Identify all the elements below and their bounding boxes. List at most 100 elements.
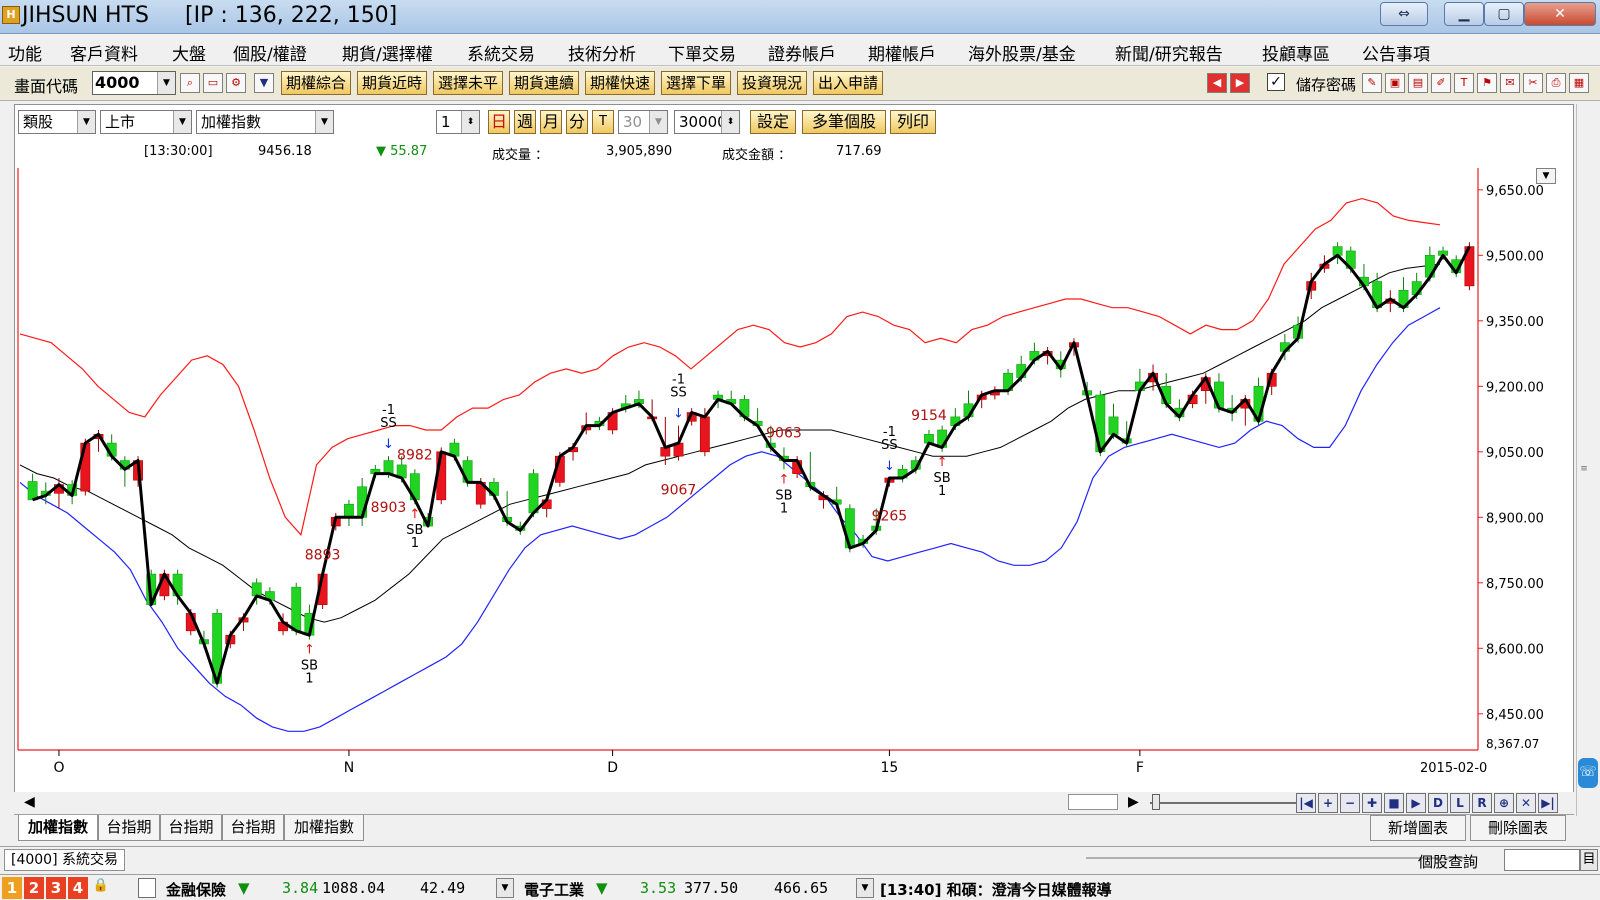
nav-stop-icon[interactable]: ■ (1384, 793, 1404, 813)
ticker-row: 1 2 3 4 🔒 金融保險 ▼ 3.84 1088.04 42.49 ▼ 電子… (0, 874, 1600, 900)
scroll-grip-icon[interactable]: ≡ (1579, 464, 1589, 474)
plot-area (18, 168, 1478, 750)
stock-query-label: 個股查詢 (1418, 853, 1479, 871)
candlestick-chart[interactable]: ↑SB18893-1SS↓8903 ↑SB18982-1SS↓9067↑SB190… (0, 0, 1600, 900)
tab-txf-3[interactable]: 台指期 (222, 815, 284, 841)
nav-line-button[interactable]: L (1450, 793, 1470, 813)
group-3-button[interactable]: 3 (46, 877, 66, 899)
sell-arrow-icon: ↓ (383, 437, 394, 452)
x-tick-label: D (607, 760, 618, 776)
candle-body (27, 481, 38, 501)
ticker-item2-volume: 466.65 (774, 879, 829, 897)
new-chart-button[interactable]: 新增圖表 (1370, 815, 1466, 841)
ticker-item2-change: 3.53 (640, 879, 677, 897)
ticker-item1-change: 3.84 (282, 879, 319, 897)
nav-reset-button[interactable]: R (1472, 793, 1492, 813)
nav-crosshair-icon[interactable]: ✚ (1362, 793, 1382, 813)
chevron-down-icon[interactable]: ▼ (496, 878, 514, 898)
chart-menu-dropdown-icon[interactable]: ▼ (1536, 168, 1556, 184)
status-row: [4000] 系統交易 個股查詢 目 (0, 846, 1600, 874)
candle-body (383, 460, 394, 474)
signal-price-label: 9063 (766, 425, 802, 441)
nav-close-icon[interactable]: ✕ (1516, 793, 1536, 813)
chat-icon[interactable]: ☏ (1578, 758, 1598, 788)
zoom-slider-handle[interactable] (1152, 794, 1160, 810)
y-tick-label: 9,200.00 (1486, 380, 1544, 395)
group-4-button[interactable]: 4 (68, 877, 88, 899)
x-tick-label: F (1136, 760, 1144, 776)
signal-price-label: 9154 (911, 408, 947, 424)
signal-label: 1 (938, 484, 946, 499)
nav-play-icon[interactable]: ▶ (1406, 793, 1426, 813)
chart-nav-buttons: |◀ + − ✚ ■ ▶ D L R ⊕ ✕ ▶| (1296, 792, 1566, 814)
ticker-item2-value: 377.50 (684, 879, 739, 897)
signal-label: 1 (305, 672, 313, 687)
scroll-right-icon[interactable]: ▶ (1128, 794, 1139, 810)
zoom-slider-track[interactable] (1150, 802, 1300, 804)
candle-body (291, 586, 302, 632)
ticker-item2-name: 電子工業 (524, 881, 585, 899)
ticker-item1-value: 1088.04 (322, 879, 386, 897)
signal-price-label: 8982 (397, 447, 433, 463)
x-date-label: 2015-02-0 (1420, 761, 1487, 776)
signal-price-label: 8903 (371, 500, 407, 516)
signal-price-label: 9265 (872, 509, 908, 525)
x-tick-label: 15 (880, 760, 898, 776)
stock-query-input[interactable] (1504, 849, 1580, 871)
stock-query-button[interactable]: 目 (1580, 849, 1598, 871)
sell-arrow-icon: ↓ (884, 459, 895, 474)
tab-txf-2[interactable]: 台指期 (160, 815, 222, 841)
y-tick-label: 9,050.00 (1486, 446, 1544, 461)
ticker-item1-arrow: ▼ (238, 879, 250, 897)
signal-price-label: 9067 (661, 483, 697, 499)
signal-label: 1 (780, 501, 788, 516)
tab-taiex-2[interactable]: 加權指數 (284, 815, 364, 841)
chart-tabs-row: 加權指數 台指期 台指期 台指期 加權指數 新增圖表 刪除圖表 (14, 814, 1574, 842)
tab-taiex-1[interactable]: 加權指數 (18, 815, 98, 841)
window-path-tab[interactable]: [4000] 系統交易 (4, 849, 126, 871)
nav-magnify-icon[interactable]: ⊕ (1494, 793, 1514, 813)
candle-body (251, 582, 262, 597)
candle-body (528, 473, 539, 514)
news-headline[interactable]: [13:40] 和碩：澄清今日媒體報導 (880, 879, 1112, 900)
x-tick-label: N (344, 760, 354, 776)
signal-label: SS (670, 386, 687, 401)
ticker-item1-volume: 42.49 (420, 879, 466, 897)
chevron-down-icon[interactable]: ▼ (856, 878, 874, 898)
x-tick-label: O (53, 760, 64, 776)
buy-arrow-icon: ↑ (937, 455, 948, 470)
delete-chart-button[interactable]: 刪除圖表 (1470, 815, 1566, 841)
vertical-scrollbar[interactable]: ≡ (1576, 104, 1592, 816)
nav-first-icon[interactable]: |◀ (1296, 793, 1316, 813)
signal-price-label: 8893 (305, 548, 341, 564)
tab-txf-1[interactable]: 台指期 (98, 815, 160, 841)
group-1-button[interactable]: 1 (2, 877, 22, 899)
group-2-button[interactable]: 2 (24, 877, 44, 899)
ticker-checkbox[interactable] (138, 878, 156, 898)
scroll-thumb[interactable] (1068, 794, 1118, 810)
y-tick-label: 8,450.00 (1486, 708, 1544, 723)
ticker-item1-name: 金融保險 (166, 881, 227, 899)
nav-zoom-in-icon[interactable]: + (1318, 793, 1338, 813)
y-tick-label: 8,900.00 (1486, 511, 1544, 526)
nav-day-button[interactable]: D (1428, 793, 1448, 813)
scroll-left-icon[interactable]: ◀ (24, 794, 35, 810)
signal-label: SS (881, 438, 898, 453)
buy-arrow-icon: ↑ (409, 507, 420, 522)
candle-body (699, 416, 710, 453)
signal-label: SS (380, 416, 397, 431)
candle-body (1108, 416, 1119, 435)
candle-body (344, 503, 354, 518)
y-tick-label: 9,350.00 (1486, 315, 1544, 330)
lock-icon[interactable]: 🔒 (92, 878, 110, 898)
ticker-item2-arrow: ▼ (596, 879, 608, 897)
sell-arrow-icon: ↓ (673, 407, 684, 422)
nav-last-icon[interactable]: ▶| (1538, 793, 1558, 813)
nav-zoom-out-icon[interactable]: − (1340, 793, 1360, 813)
status-divider (1086, 857, 1466, 859)
signal-label: 1 (411, 536, 419, 551)
buy-arrow-icon: ↑ (779, 472, 790, 487)
y-tick-label: 8,750.00 (1486, 577, 1544, 592)
y-tick-label: 9,500.00 (1486, 249, 1544, 264)
y-tick-label: 9,650.00 (1486, 184, 1544, 199)
